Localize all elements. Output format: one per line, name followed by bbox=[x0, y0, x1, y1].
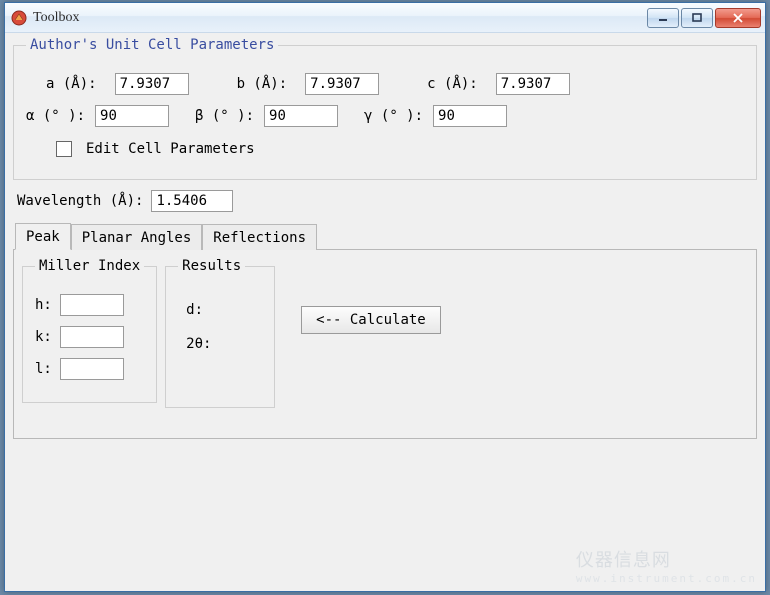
window-controls bbox=[647, 8, 761, 28]
edit-cell-row: Edit Cell Parameters bbox=[26, 141, 744, 157]
miller-legend: Miller Index bbox=[35, 258, 144, 274]
edit-cell-checkbox[interactable] bbox=[56, 141, 72, 157]
app-window: Toolbox Author's Unit Cell Parameters a … bbox=[4, 2, 766, 592]
tab-peak[interactable]: Peak bbox=[15, 223, 71, 250]
maximize-button[interactable] bbox=[681, 8, 713, 28]
a-label: a (Å): bbox=[46, 76, 97, 92]
h-input[interactable] bbox=[60, 294, 124, 316]
app-icon bbox=[11, 10, 27, 26]
minimize-button[interactable] bbox=[647, 8, 679, 28]
wavelength-row: Wavelength (Å): bbox=[17, 190, 753, 212]
l-input[interactable] bbox=[60, 358, 124, 380]
window-title: Toolbox bbox=[33, 10, 647, 26]
miller-index-group: Miller Index h: k: l: bbox=[22, 258, 157, 403]
alpha-input[interactable] bbox=[95, 105, 169, 127]
a-input[interactable] bbox=[115, 73, 189, 95]
k-input[interactable] bbox=[60, 326, 124, 348]
titlebar[interactable]: Toolbox bbox=[5, 3, 765, 33]
beta-label: β (° ): bbox=[195, 108, 254, 124]
watermark: 仪器信息网 www.instrument.com.cn bbox=[576, 546, 757, 585]
lattice-angles-row: α (° ): β (° ): γ (° ): bbox=[26, 105, 744, 127]
tab-panel-peak: Miller Index h: k: l: Results bbox=[13, 249, 757, 439]
wavelength-input[interactable] bbox=[151, 190, 233, 212]
gamma-input[interactable] bbox=[433, 105, 507, 127]
gamma-label: γ (° ): bbox=[364, 108, 423, 124]
calculate-wrap: <-- Calculate bbox=[283, 258, 441, 334]
results-group: Results d: 2θ: bbox=[165, 258, 275, 408]
c-input[interactable] bbox=[496, 73, 570, 95]
unit-cell-group: Author's Unit Cell Parameters a (Å): b (… bbox=[13, 37, 757, 180]
l-label: l: bbox=[35, 361, 52, 377]
calculate-button[interactable]: <-- Calculate bbox=[301, 306, 441, 334]
lattice-abc-row: a (Å): b (Å): c (Å): bbox=[26, 73, 744, 95]
tab-reflections[interactable]: Reflections bbox=[202, 224, 317, 250]
results-legend: Results bbox=[178, 258, 245, 274]
b-input[interactable] bbox=[305, 73, 379, 95]
k-label: k: bbox=[35, 329, 52, 345]
unit-cell-legend: Author's Unit Cell Parameters bbox=[26, 37, 278, 53]
alpha-label: α (° ): bbox=[26, 108, 85, 124]
watermark-url: www.instrument.com.cn bbox=[576, 572, 757, 585]
close-button[interactable] bbox=[715, 8, 761, 28]
watermark-text: 仪器信息网 bbox=[576, 550, 671, 571]
client-area: Author's Unit Cell Parameters a (Å): b (… bbox=[5, 33, 765, 591]
two-theta-label: 2θ: bbox=[186, 336, 211, 352]
c-label: c (Å): bbox=[427, 76, 478, 92]
wavelength-label: Wavelength (Å): bbox=[17, 193, 143, 209]
beta-input[interactable] bbox=[264, 105, 338, 127]
d-label: d: bbox=[186, 302, 203, 318]
h-label: h: bbox=[35, 297, 52, 313]
b-label: b (Å): bbox=[237, 76, 288, 92]
tab-planar-angles[interactable]: Planar Angles bbox=[71, 224, 203, 250]
tabstrip: Peak Planar Angles Reflections bbox=[13, 222, 757, 249]
edit-cell-label: Edit Cell Parameters bbox=[86, 141, 255, 157]
